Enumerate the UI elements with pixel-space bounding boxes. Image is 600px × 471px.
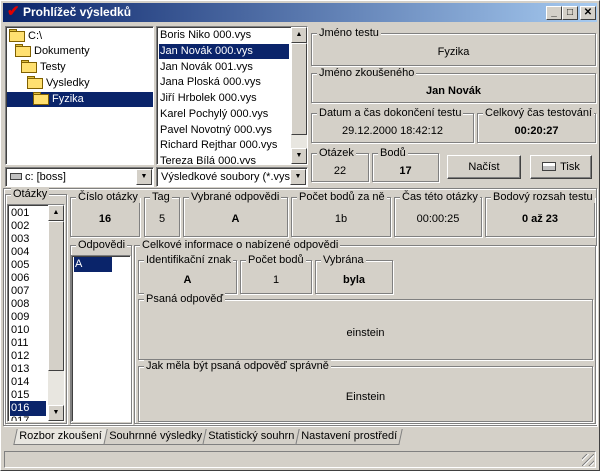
folder-open-icon (15, 44, 31, 57)
answer-chosen: byla (342, 274, 365, 286)
finish-datetime: 29.12.2000 18:42:12 (342, 125, 443, 137)
close-button[interactable]: ✕ (580, 6, 596, 20)
chevron-down-icon[interactable]: ▼ (136, 169, 152, 185)
tab-nastaveni-prostredi[interactable]: Nastavení prostředí (295, 429, 403, 445)
questions-count: 22 (333, 165, 347, 177)
tree-item-testy[interactable]: Testy (21, 60, 69, 75)
scroll-down-icon[interactable]: ▼ (291, 148, 307, 164)
file-item[interactable]: Jiří Hrbolek 000.vys (159, 91, 289, 106)
tag-group: Tag 5 (144, 191, 180, 237)
file-item[interactable]: Richard Rejthar 000.vys (159, 138, 289, 153)
minimize-button[interactable]: _ (546, 6, 562, 20)
total-time-group: Celkový čas testování 00:20:27 (477, 107, 596, 143)
question-points-group: Počet bodů za ně 1b (291, 191, 391, 237)
print-button[interactable]: Tisk (530, 155, 592, 179)
question-points: 1b (334, 213, 348, 225)
answers-list[interactable]: A (71, 255, 131, 422)
folder-open-icon (21, 60, 37, 73)
tree-item-fyzika[interactable]: Fyzika (7, 92, 153, 107)
drive-icon (10, 173, 22, 180)
questions-scrollbar[interactable]: ▲ ▼ (48, 205, 64, 421)
scroll-down-icon[interactable]: ▼ (48, 405, 64, 421)
file-item[interactable]: Boris Niko 000.vys (159, 28, 289, 43)
points-total: 17 (399, 165, 412, 177)
load-button[interactable]: Načíst (447, 155, 521, 179)
question-number: 16 (98, 213, 112, 225)
selected-answers: A (231, 213, 240, 225)
folder-open-icon (33, 92, 49, 105)
tab-rozbor-zkouseni[interactable]: Rozbor zkoušení (13, 429, 108, 445)
answer-id: A (183, 274, 192, 286)
file-item[interactable]: Jan Novák 001.vys (159, 60, 289, 75)
examinee-group: Jméno zkoušeného Jan Novák (311, 67, 596, 103)
drive-select[interactable]: c: [boss] ▼ (5, 167, 154, 187)
folder-open-icon (27, 76, 43, 89)
title-bar[interactable]: ✔ Prohlížeč výsledků _ □ ✕ (3, 3, 597, 22)
status-bar (4, 451, 596, 468)
question-tag: 5 (158, 213, 166, 225)
file-item[interactable]: Tereza Bílá 000.vys (159, 154, 289, 164)
examinee-name: Jan Novák (425, 85, 482, 97)
resize-grip-icon[interactable] (582, 454, 594, 466)
checkmark-icon: ✔ (7, 3, 20, 20)
printer-icon (542, 162, 557, 171)
maximize-button[interactable]: □ (562, 6, 578, 20)
written-answer-group: Psaná odpověď einstein (138, 293, 593, 360)
window-title: Prohlížeč výsledků (23, 5, 132, 19)
file-item[interactable]: Pavel Novotný 000.vys (159, 123, 289, 138)
scroll-up-icon[interactable]: ▲ (291, 27, 307, 43)
points-group: Bodů 17 (372, 147, 439, 182)
chevron-down-icon[interactable]: ▼ (290, 169, 306, 185)
questions-count-group: Otázek 22 (311, 147, 369, 182)
questions-list[interactable]: 001 002 003 004 005 006 007 008 009 010 … (7, 204, 65, 422)
answer-points: 1 (272, 274, 280, 286)
file-list[interactable]: Boris Niko 000.vys Jan Novák 000.vys Jan… (156, 26, 308, 165)
question-time: 00:00:25 (416, 213, 460, 225)
file-list-scrollbar[interactable]: ▲ ▼ (291, 27, 307, 164)
answer-points-group: Počet bodů 1 (240, 254, 312, 294)
written-answer: einstein (346, 327, 385, 339)
file-item-selected[interactable]: Jan Novák 000.vys (159, 44, 289, 59)
tab-souhrnne-vysledky[interactable]: Souhrnné výsledky (103, 429, 208, 445)
answer-id-group: Identifikační znak A (138, 254, 237, 294)
list-item[interactable]: 017 (10, 414, 46, 421)
folder-open-icon (9, 29, 25, 42)
tab-statisticky-souhrn[interactable]: Statistický souhrn (202, 429, 300, 445)
tree-item-dokumenty[interactable]: Dokumenty (15, 44, 93, 59)
test-name: Fyzika (437, 46, 470, 58)
question-number-group: Číslo otázky 16 (70, 191, 140, 237)
directory-tree[interactable]: C:\ Dokumenty Testy Vysledky Fyzika (5, 26, 154, 165)
scroll-thumb[interactable] (48, 221, 64, 371)
scroll-thumb[interactable] (291, 43, 307, 135)
selected-answers-group: Vybrané odpovědi A (183, 191, 288, 237)
list-item-selected[interactable]: A (74, 257, 112, 272)
scroll-up-icon[interactable]: ▲ (48, 205, 64, 221)
total-time: 00:20:27 (514, 125, 559, 137)
app-window: ✔ Prohlížeč výsledků _ □ ✕ C:\ Dokumenty… (0, 0, 600, 471)
filter-select[interactable]: Výsledkové soubory (*.vys) ▼ (156, 167, 308, 187)
tree-item-root[interactable]: C:\ (9, 29, 45, 44)
question-time-group: Čas této otázky 00:00:25 (394, 191, 482, 237)
correct-answer: Einstein (345, 391, 386, 403)
file-item[interactable]: Jana Ploská 000.vys (159, 75, 289, 90)
date-group: Datum a čas dokončení testu 29.12.2000 1… (311, 107, 474, 143)
tree-item-vysledky[interactable]: Vysledky (27, 76, 93, 91)
test-name-group: Jméno testu Fyzika (311, 27, 596, 66)
answer-chosen-group: Vybrána byla (315, 254, 393, 294)
points-range-group: Bodový rozsah testu 0 až 23 (485, 191, 595, 237)
file-item[interactable]: Karel Pochylý 000.vys (159, 107, 289, 122)
points-range: 0 až 23 (521, 213, 559, 225)
correct-answer-group: Jak měla být psaná odpověď správně Einst… (138, 360, 593, 422)
